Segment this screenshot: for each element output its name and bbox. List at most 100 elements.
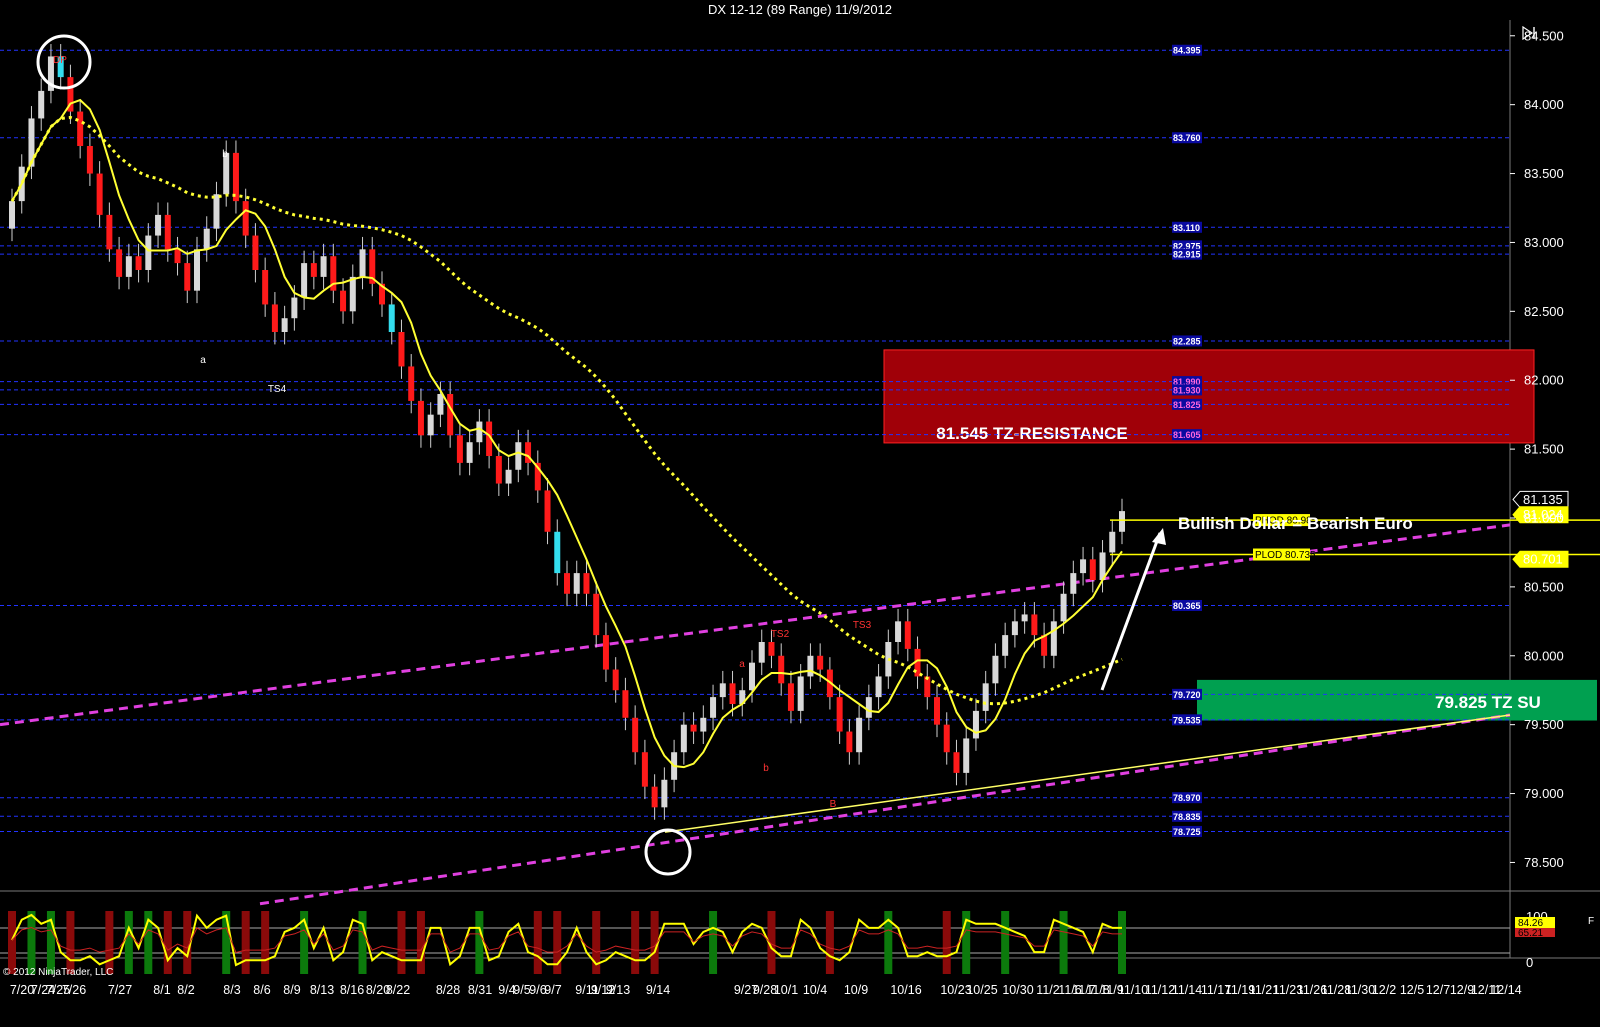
y-tick-label: 81.000 [1524, 511, 1564, 526]
candle-body [262, 270, 269, 305]
candle-body [953, 752, 960, 773]
candle-body [1109, 531, 1116, 553]
price-chart[interactable]: 81.545 TZ-RESISTANCE 79.825 TZ SU 84.395 83… [0, 0, 1600, 1027]
price-tag: 80.701 [1523, 552, 1563, 567]
x-tick-label: 8/31 [468, 983, 492, 997]
level-tag: 79.535 [1173, 715, 1201, 725]
candle-body [602, 635, 609, 670]
x-tick-label: 9/5 [513, 983, 530, 997]
candle-body [203, 228, 210, 250]
x-tick-label: 8/9 [283, 983, 300, 997]
x-tick-label: 10/30 [1002, 983, 1033, 997]
osc-bar [631, 911, 640, 974]
x-tick-label: 7/27 [108, 983, 132, 997]
support-zone-label: 79.825 TZ SU [1435, 693, 1541, 712]
candle-body [271, 304, 278, 332]
candle-body [700, 717, 707, 732]
candle-body [310, 263, 317, 277]
candle-body [456, 435, 463, 463]
candle-body [856, 717, 863, 753]
x-tick-label: 10/4 [803, 983, 827, 997]
candle-body [184, 263, 191, 291]
x-tick-label: 12/14 [1490, 983, 1521, 997]
y-tick-label: 78.500 [1524, 855, 1564, 870]
candle-body [252, 235, 259, 270]
x-tick-label: 9/14 [646, 983, 670, 997]
candle-body [77, 111, 84, 146]
y-tick-label: 79.500 [1524, 717, 1564, 732]
annotation-arrow [1100, 532, 1162, 691]
osc-bar [105, 911, 114, 974]
osc-bar [27, 911, 36, 974]
candle-body [749, 662, 755, 691]
osc-bar [261, 911, 270, 974]
x-tick-label: 8/3 [223, 983, 240, 997]
level-tag: 84.395 [1173, 46, 1201, 56]
candle-body [573, 573, 580, 594]
osc-bar [825, 911, 834, 974]
candle-body [242, 201, 249, 236]
candle-body [1050, 621, 1057, 656]
candle-body [865, 697, 872, 718]
candle-body [544, 490, 551, 532]
x-tick-label: 8/1 [153, 983, 170, 997]
x-tick-label: 7/26 [62, 983, 86, 997]
x-tick-label: 11/10 [1118, 983, 1148, 997]
osc-bar [942, 911, 951, 974]
candle-body [106, 214, 113, 250]
candle-body [895, 621, 902, 642]
candle-body [301, 263, 308, 298]
candle-body [476, 421, 483, 443]
x-tick-label: 9/7 [544, 983, 561, 997]
marker-label: a [200, 355, 206, 366]
candle-body [719, 683, 726, 698]
candle-body [194, 249, 200, 291]
candle-body [388, 304, 395, 332]
x-tick-label: 8/16 [340, 983, 364, 997]
osc-value-tag: 65.21 [1518, 928, 1543, 939]
level-tag: 83.760 [1173, 133, 1201, 143]
candle-body [934, 697, 940, 725]
candle-body [963, 738, 970, 773]
osc-side-label: F [1588, 916, 1594, 927]
x-tick-label: 8/28 [436, 983, 460, 997]
x-tick-label: 12/2 [1372, 983, 1396, 997]
x-tick-label: 10/1 [774, 983, 798, 997]
candle-body [281, 318, 288, 332]
candle-body [680, 724, 687, 753]
candle-body [593, 593, 600, 636]
osc-bar [66, 911, 75, 974]
level-tag: 80.365 [1173, 601, 1201, 611]
candle-body [797, 676, 804, 711]
y-tick-label: 83.000 [1524, 235, 1564, 250]
support-trendline [664, 714, 1511, 833]
candle-body [1119, 511, 1125, 532]
y-tick-label: 80.500 [1524, 579, 1564, 594]
y-tick-label: 83.500 [1524, 166, 1564, 181]
candle-body [135, 256, 142, 270]
x-tick-label: 11/12 [1145, 983, 1175, 997]
y-tick-label: 81.500 [1524, 442, 1564, 457]
candle-body [447, 394, 454, 436]
candle-body [1021, 614, 1028, 622]
osc-bar [1001, 911, 1010, 974]
candle-body [213, 194, 220, 229]
resistance-zone-label: 81.545 TZ-RESISTANCE [936, 424, 1127, 443]
candle-body [807, 655, 814, 677]
skip-forward-icon[interactable] [1522, 26, 1536, 40]
candle-body [174, 249, 181, 264]
candle-body [291, 297, 298, 319]
candle-body [661, 779, 668, 808]
candle-body [505, 469, 512, 484]
candle-body [116, 249, 123, 277]
candle-body [641, 752, 648, 787]
candle-body [38, 90, 45, 119]
pivot-circle-bottom [644, 828, 692, 876]
candle-body [359, 249, 366, 277]
candle-body [417, 400, 424, 436]
marker-label: TS4 [268, 384, 287, 395]
candle-body [768, 642, 775, 656]
x-tick-label: 10/25 [966, 983, 997, 997]
osc-y-label-0: 0 [1526, 955, 1533, 970]
candle-body [554, 531, 561, 574]
